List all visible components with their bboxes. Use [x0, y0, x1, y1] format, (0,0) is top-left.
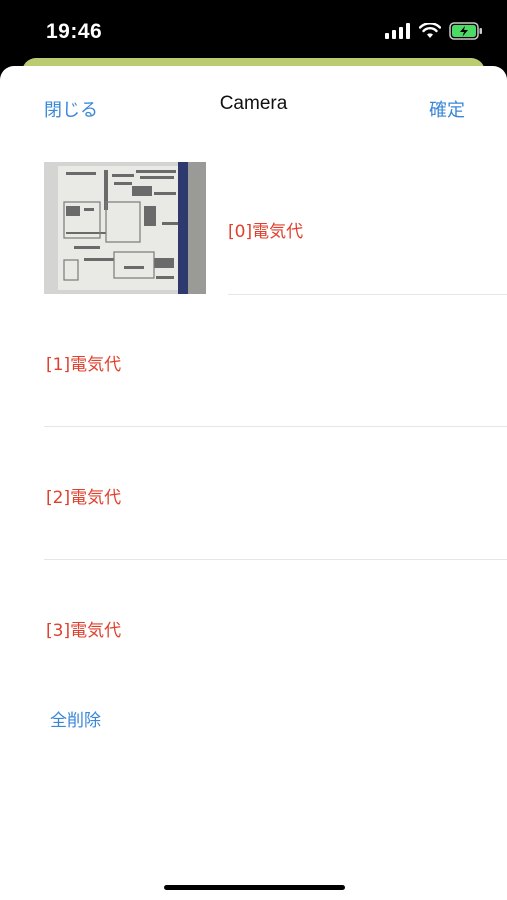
status-icons — [385, 22, 483, 44]
delete-all-button[interactable]: 全削除 — [50, 706, 101, 731]
item-label-1[interactable]: [1]電気代 — [46, 350, 121, 375]
signal-icon — [385, 23, 411, 43]
status-time: 19:46 — [46, 20, 103, 43]
separator — [44, 559, 507, 560]
separator — [228, 294, 507, 295]
photo-thumbnail[interactable] — [44, 162, 206, 294]
status-bar: 19:46 — [0, 0, 507, 66]
item-label-0[interactable]: [0]電気代 — [228, 217, 303, 242]
confirm-button[interactable]: 確定 — [429, 96, 465, 122]
item-label-2[interactable]: [2]電気代 — [46, 483, 121, 508]
battery-charging-icon — [449, 22, 483, 44]
home-indicator[interactable] — [164, 885, 345, 890]
item-label-3[interactable]: [3]電気代 — [46, 616, 121, 641]
wifi-icon — [418, 22, 442, 43]
camera-sheet: 閉じる Camera 確定 [0]電気代 [1]電気代 [2]電気代 [3]電気… — [0, 66, 507, 900]
separator — [44, 426, 507, 427]
